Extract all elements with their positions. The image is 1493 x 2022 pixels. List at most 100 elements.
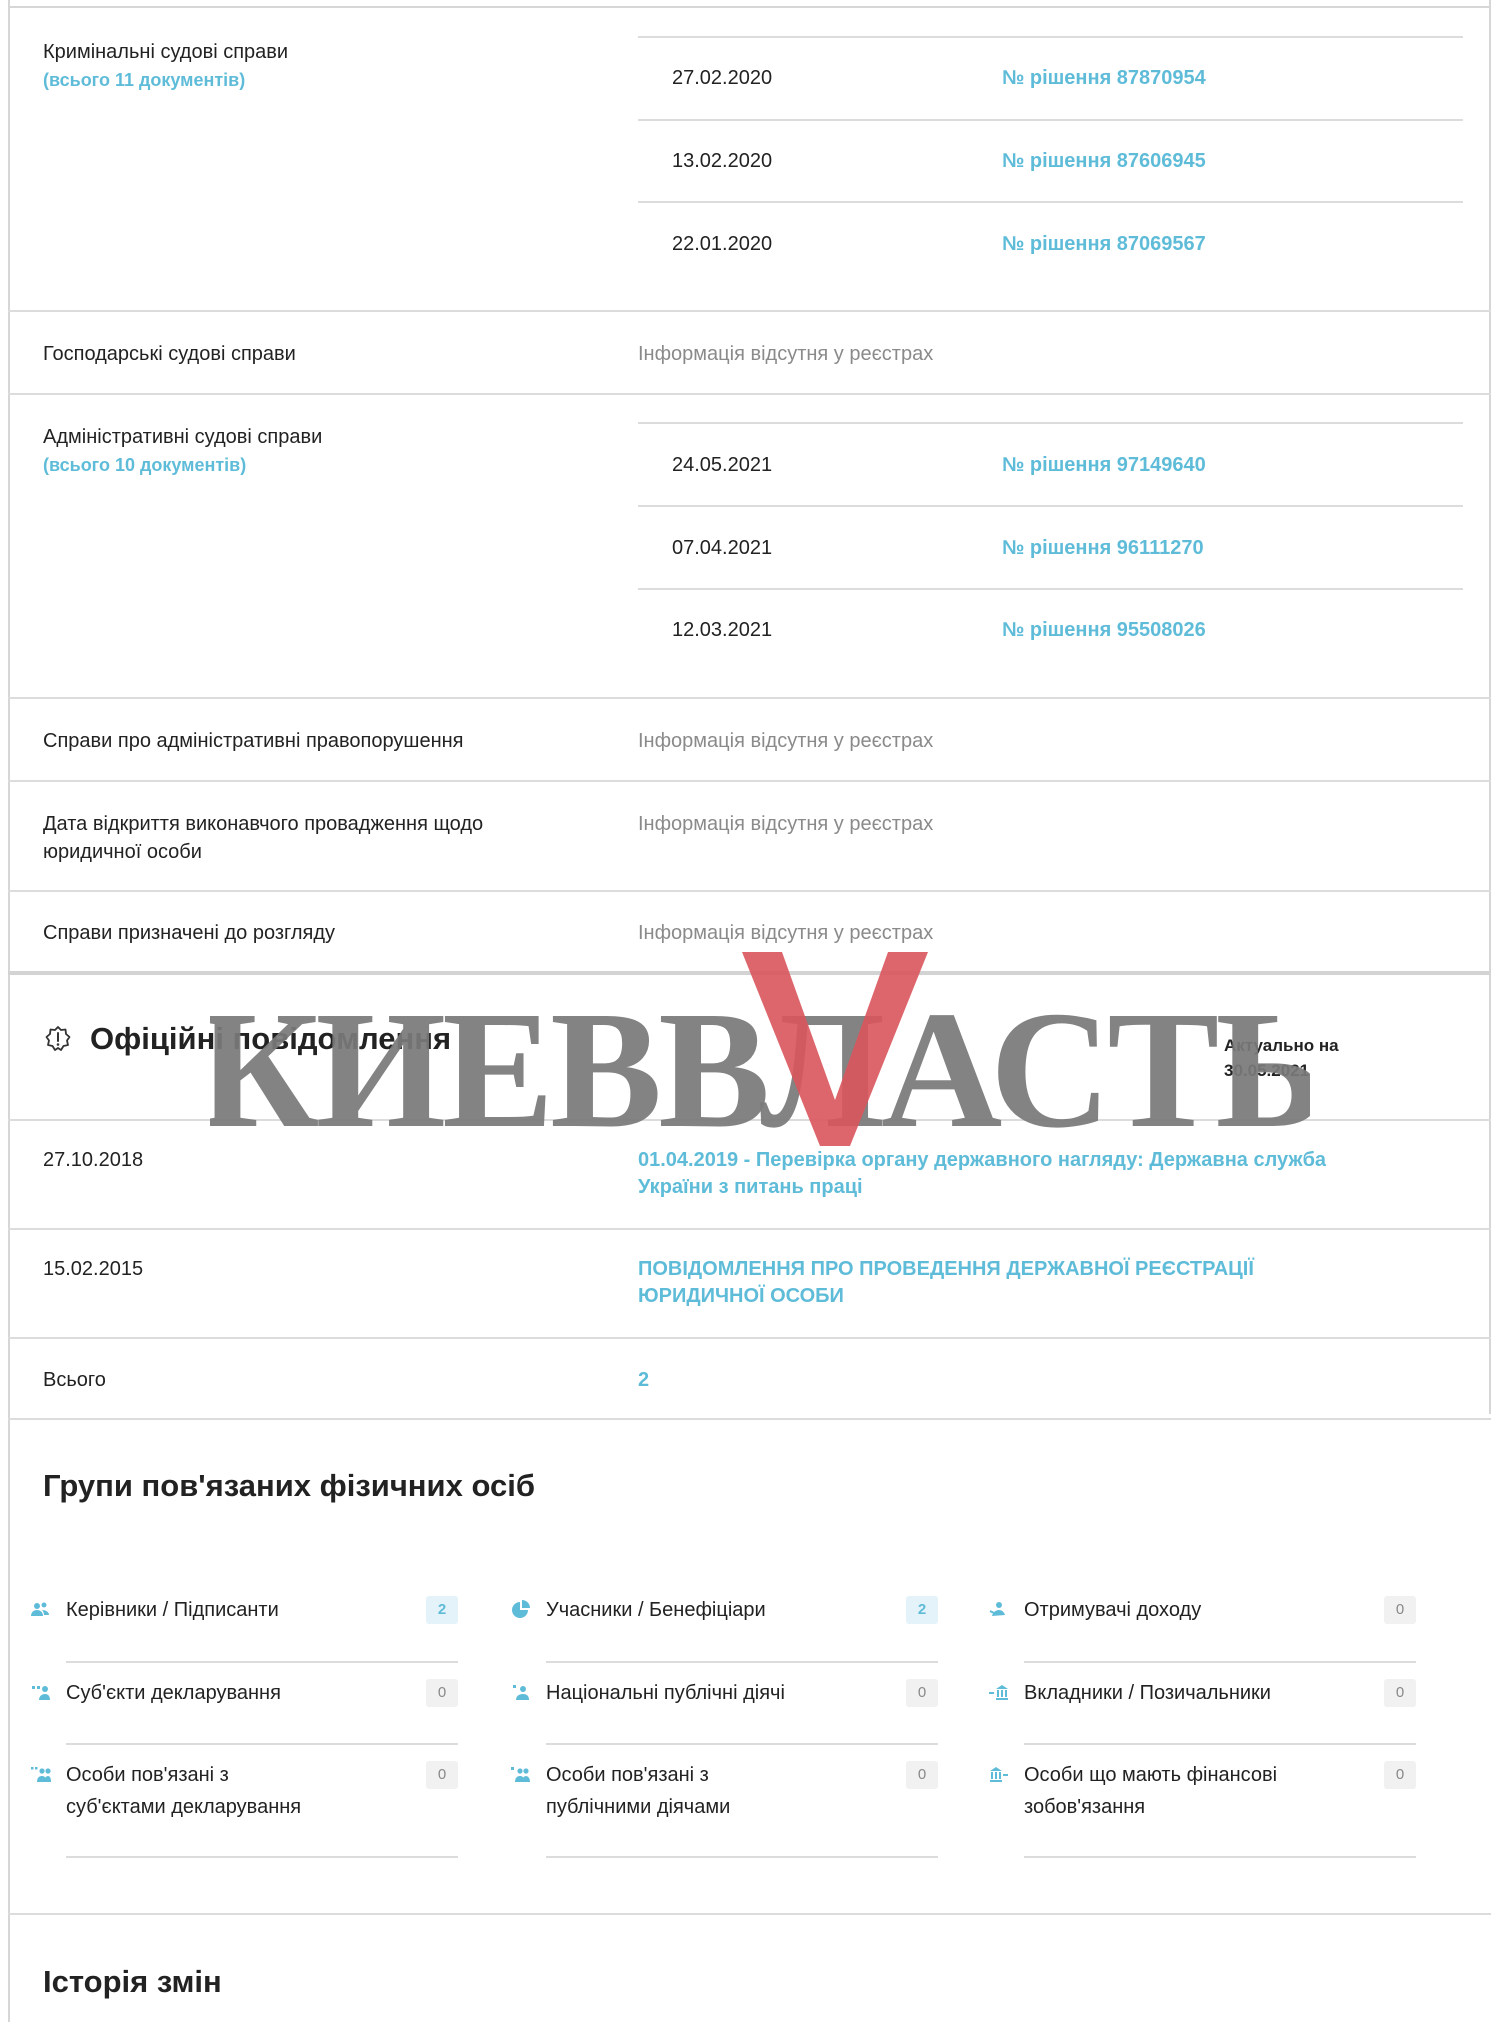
row-divider [8, 1337, 1491, 1339]
row-divider [8, 697, 1491, 699]
divider [66, 1856, 458, 1858]
notice-link-line2[interactable]: України з питань праці [638, 1173, 863, 1201]
criminal-case-date: 27.02.2020 [672, 67, 773, 89]
divider [638, 588, 1463, 590]
administrative-cases-count-link[interactable]: (всього 10 документів) [43, 451, 246, 479]
income-person-icon [989, 1602, 1005, 1616]
bank-depositor-icon [989, 1685, 1008, 1700]
administrative-decision-link[interactable]: № рішення 96111270 [1002, 534, 1204, 562]
divider [66, 1743, 458, 1745]
criminal-decision-link[interactable]: № рішення 87606945 [1002, 147, 1206, 175]
related-group-label[interactable]: Особи пов'язані з [546, 1761, 709, 1789]
frame-left [8, 0, 10, 2022]
change-history-title: Історія змін [43, 1964, 222, 1999]
divider [1024, 1661, 1416, 1663]
related-group-label-line2[interactable]: зобов'язання [1024, 1793, 1145, 1821]
notice-date: 15.02.2015 [43, 1258, 144, 1280]
scheduled-value: Інформація відсутня у реєстрах [638, 922, 934, 944]
related-group-count-badge[interactable]: 0 [1384, 1761, 1416, 1789]
criminal-case-date: 22.01.2020 [672, 233, 773, 255]
related-group-label[interactable]: Суб'єкти декларування [66, 1679, 281, 1707]
related-group-label[interactable]: Отримувачі доходу [1024, 1596, 1201, 1624]
notice-link-line2[interactable]: ЮРИДИЧНОЇ ОСОБИ [638, 1282, 844, 1310]
notice-link-line1[interactable]: ПОВІДОМЛЕННЯ ПРО ПРОВЕДЕННЯ ДЕРЖАВНОЇ РЕ… [638, 1255, 1254, 1283]
row-divider [8, 1418, 1491, 1420]
commercial-cases-label: Господарські судові справи [43, 343, 296, 365]
related-group-count-badge[interactable]: 0 [1384, 1679, 1416, 1707]
row-divider [8, 1119, 1491, 1121]
related-groups-title: Групи пов'язаних фізичних осіб [43, 1468, 535, 1503]
related-group-count-badge[interactable]: 0 [1384, 1596, 1416, 1624]
administrative-decision-link[interactable]: № рішення 95508026 [1002, 616, 1206, 644]
related-group-label[interactable]: Національні публічні діячі [546, 1679, 785, 1707]
section-divider [8, 971, 1491, 975]
scheduled-label: Справи призначені до розгляду [43, 922, 336, 944]
related-group-count-badge[interactable]: 0 [906, 1761, 938, 1789]
declarant-icon [32, 1686, 50, 1700]
notices-total-link[interactable]: 2 [638, 1366, 649, 1394]
divider [546, 1856, 938, 1858]
public-related-icon [511, 1767, 530, 1782]
people-icon [31, 1602, 49, 1616]
related-group-label[interactable]: Особи що мають фінансові [1024, 1761, 1277, 1789]
pie-chart-icon [512, 1600, 530, 1618]
divider [546, 1661, 938, 1663]
row-divider [8, 1228, 1491, 1230]
page: Кримінальні судові справи (всього 11 док… [0, 0, 1493, 2022]
divider [638, 201, 1463, 203]
related-group-count-badge[interactable]: 0 [426, 1679, 458, 1707]
notice-link-line1[interactable]: 01.04.2019 - Перевірка органу державного… [638, 1146, 1326, 1174]
divider [1024, 1856, 1416, 1858]
administrative-cases-label: Адміністративні судові справи [43, 426, 323, 448]
enforcement-label-line2: юридичної особи [43, 841, 202, 863]
related-group-count-badge[interactable]: 2 [426, 1596, 458, 1624]
divider [66, 1661, 458, 1663]
row-divider [8, 310, 1491, 312]
row-divider [8, 393, 1491, 395]
divider [638, 119, 1463, 121]
related-group-label[interactable]: Вкладники / Позичальники [1024, 1679, 1271, 1707]
actual-date-label: Актуально на [1224, 1036, 1339, 1055]
criminal-case-date: 13.02.2020 [672, 150, 773, 172]
related-group-label-line2[interactable]: суб'єктами декларування [66, 1793, 301, 1821]
actual-date-value: 30.05.2021 [1224, 1061, 1310, 1080]
administrative-case-date: 07.04.2021 [672, 537, 773, 559]
bank-obligation-icon [990, 1767, 1008, 1782]
offenses-label: Справи про адміністративні правопорушенн… [43, 730, 464, 752]
administrative-decision-link[interactable]: № рішення 97149640 [1002, 451, 1206, 479]
commercial-cases-value: Інформація відсутня у реєстрах [638, 343, 934, 365]
divider [546, 1743, 938, 1745]
criminal-cases-count-link[interactable]: (всього 11 документів) [43, 66, 245, 94]
administrative-case-date: 12.03.2021 [672, 619, 773, 641]
related-group-label-line2[interactable]: публічними діячами [546, 1793, 730, 1821]
criminal-decision-link[interactable]: № рішення 87870954 [1002, 64, 1206, 92]
offenses-value: Інформація відсутня у реєстрах [638, 730, 934, 752]
svg-text:КИЕВВЛАСТЬ: КИЕВВЛАСТЬ [210, 977, 1310, 1150]
declarant-related-icon [31, 1767, 51, 1782]
row-divider [8, 780, 1491, 782]
notice-date: 27.10.2018 [43, 1149, 144, 1171]
administrative-case-date: 24.05.2021 [672, 454, 773, 476]
related-group-label[interactable]: Керівники / Підписанти [66, 1596, 279, 1624]
divider [638, 505, 1463, 507]
criminal-cases-label: Кримінальні судові справи [43, 41, 289, 63]
related-group-count-badge[interactable]: 0 [906, 1679, 938, 1707]
criminal-decision-link[interactable]: № рішення 87069567 [1002, 230, 1206, 258]
related-group-label[interactable]: Особи пов'язані з [66, 1761, 229, 1789]
frame-right [1489, 0, 1491, 1414]
divider [638, 36, 1463, 38]
official-notices-title: Офіційні повідомлення [90, 1021, 452, 1056]
frame-top [8, 6, 1491, 8]
public-figure-icon [513, 1685, 529, 1700]
alert-badge-icon [45, 1026, 71, 1051]
related-group-label[interactable]: Учасники / Бенефіціари [546, 1596, 766, 1624]
enforcement-label-line1: Дата відкриття виконавчого провадження щ… [43, 813, 484, 835]
divider [638, 422, 1463, 424]
divider [1024, 1743, 1416, 1745]
related-group-count-badge[interactable]: 0 [426, 1761, 458, 1789]
section-divider [8, 1913, 1491, 1915]
enforcement-value: Інформація відсутня у реєстрах [638, 813, 934, 835]
related-group-count-badge[interactable]: 2 [906, 1596, 938, 1624]
row-divider [8, 890, 1491, 892]
notices-total-label: Всього [43, 1369, 106, 1391]
